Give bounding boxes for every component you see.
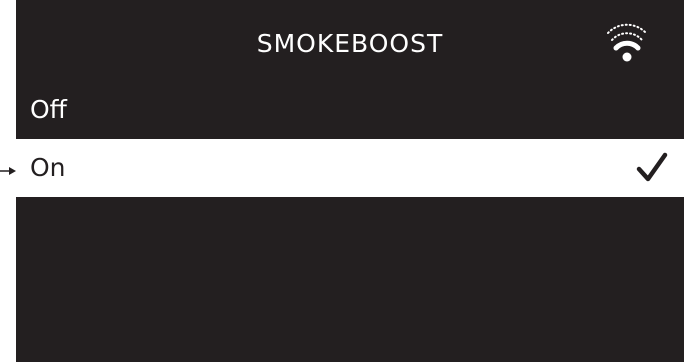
option-off-label: Off [30, 95, 67, 124]
option-on-label: On [30, 153, 66, 182]
smokeboost-screen: SMOKEBOOST Off On [16, 0, 684, 362]
option-off[interactable]: Off [16, 81, 684, 139]
checkmark-icon [636, 152, 668, 182]
page-title: SMOKEBOOST [256, 29, 444, 58]
option-on[interactable]: On [16, 139, 684, 197]
wifi-signal-icon [607, 23, 647, 62]
device-display-frame: SMOKEBOOST Off On [0, 0, 691, 362]
